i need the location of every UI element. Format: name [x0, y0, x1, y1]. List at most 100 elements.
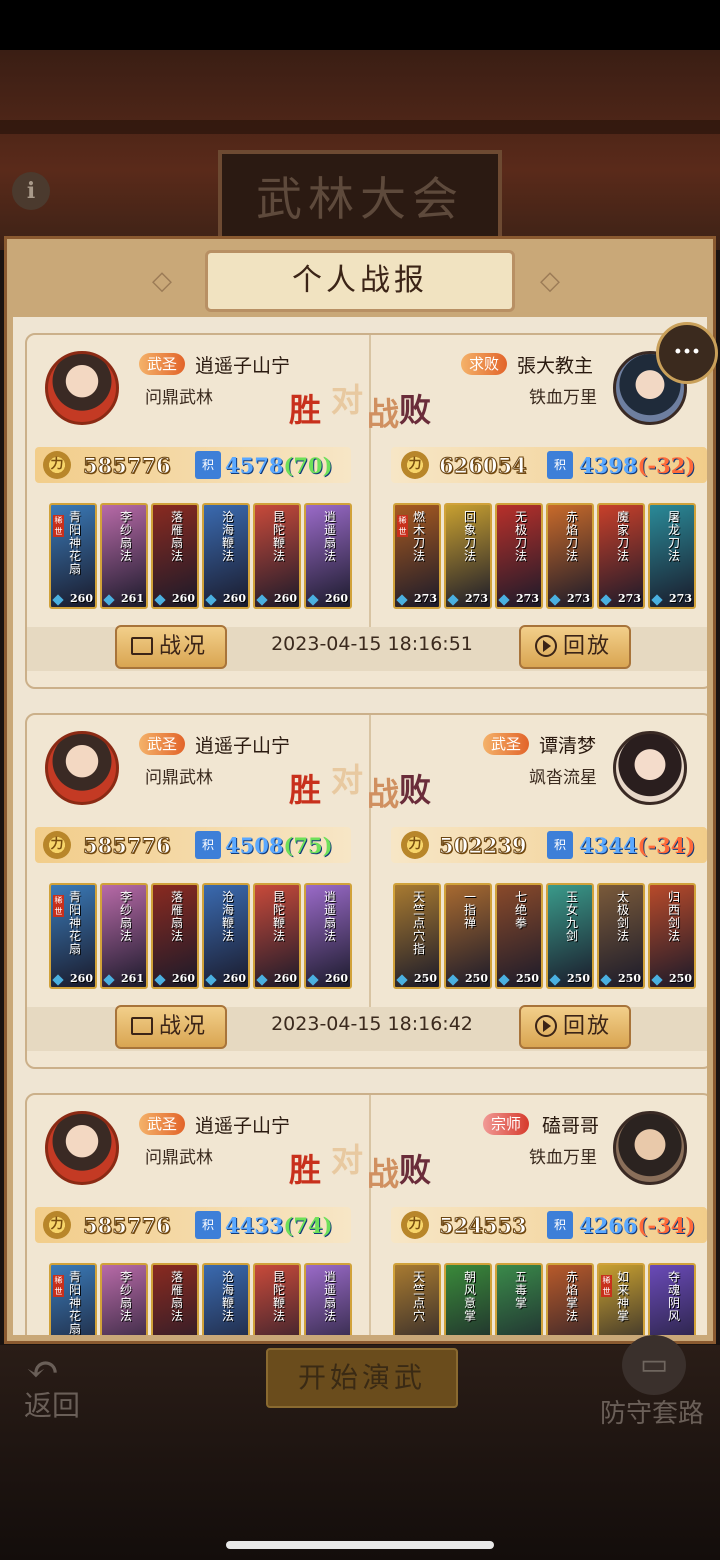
hero-card[interactable]: 回象刀法 273: [444, 503, 492, 609]
hero-gem-icon: [600, 974, 612, 986]
hero-card[interactable]: 沧海鞭法 260: [202, 503, 250, 609]
hero-card[interactable]: 沧海鞭法: [202, 1263, 250, 1335]
hero-card[interactable]: 落雁扇法 260: [151, 883, 199, 989]
player-score: 4508(75): [225, 833, 333, 858]
book-icon: ▭: [622, 1335, 686, 1395]
hero-card[interactable]: 无极刀法 273: [495, 503, 543, 609]
battle-card: 武圣 逍遥子山宁 问鼎武林 胜 对 战 败 求败 張大教主 铁血万里 力 585…: [25, 333, 707, 689]
hero-card[interactable]: 昆陀鞭法 260: [253, 883, 301, 989]
battle-time: 2023-04-15 18:16:51: [271, 633, 473, 655]
opponent-name: 磕哥哥: [542, 1115, 600, 1137]
hero-level: 250: [567, 972, 590, 985]
hero-level: 260: [172, 972, 195, 985]
hero-card[interactable]: 昆陀鞭法 260: [253, 503, 301, 609]
opponent-avatar[interactable]: [613, 1111, 687, 1185]
hero-card[interactable]: 七绝拳 250: [495, 883, 543, 989]
hero-card[interactable]: 玉女九剑 250: [546, 883, 594, 989]
opponent-avatar[interactable]: [613, 731, 687, 805]
hero-card[interactable]: 逍遥扇法: [304, 1263, 352, 1335]
opponent-team: 天竺点穴指 250 一指禅 250 七绝拳 250 玉女九剑 250 太极剑法 250 归西剑法 25…: [393, 883, 696, 989]
player-power: 585776: [83, 453, 172, 479]
play-icon: [535, 635, 557, 657]
hero-card[interactable]: 赤焰掌法: [546, 1263, 594, 1335]
player-avatar[interactable]: [45, 1111, 119, 1185]
defense-routine-button[interactable]: ▭ 防守套路: [600, 1335, 716, 1429]
hero-card[interactable]: 归西剑法 250: [648, 883, 696, 989]
player-stats: 力 585776 积 4578(70): [35, 447, 351, 483]
player-name: 逍遥子山宁: [195, 1115, 291, 1137]
hero-card[interactable]: 李纱扇法: [100, 1263, 148, 1335]
score-icon: 积: [547, 1211, 573, 1239]
opponent-name: 谭清梦: [539, 735, 597, 757]
player-avatar[interactable]: [45, 731, 119, 805]
hero-name: 逍遥扇法: [324, 510, 337, 563]
hero-card[interactable]: 逍遥扇法 260: [304, 883, 352, 989]
hero-card[interactable]: 屠龙刀法 273: [648, 503, 696, 609]
hero-gem-icon: [307, 974, 319, 986]
hero-name: 屠龙刀法: [668, 510, 681, 563]
hero-card[interactable]: 昆陀鞭法: [253, 1263, 301, 1335]
hero-rarity-badge: 稀世: [397, 515, 408, 537]
hero-card[interactable]: 青阳神花扇 稀世: [49, 1263, 97, 1335]
hero-name: 无极刀法: [515, 510, 528, 563]
hero-gem-icon: [600, 594, 612, 606]
hero-card[interactable]: 逍遥扇法 260: [304, 503, 352, 609]
hero-name: 昆陀鞭法: [273, 510, 286, 563]
hero-gem-icon: [103, 974, 115, 986]
replay-button[interactable]: 回放: [519, 1005, 631, 1049]
opponent-guild: 铁血万里: [529, 1148, 597, 1168]
hero-card[interactable]: 落雁扇法 260: [151, 503, 199, 609]
battle-card: 武圣 逍遥子山宁 问鼎武林 胜 对 战 败 武圣 谭清梦 飒沓流星 力 5857…: [25, 713, 707, 1069]
battle-list[interactable]: 武圣 逍遥子山宁 问鼎武林 胜 对 战 败 求败 張大教主 铁血万里 力 585…: [13, 317, 707, 1335]
replay-button[interactable]: 回放: [519, 625, 631, 669]
player-team: 青阳神花扇 稀世 260 李纱扇法 261 落雁扇法 260 沧海鞭法 260 昆陀鞭法 260 逍遥…: [49, 503, 352, 609]
hero-name: 夺魂阴风: [668, 1270, 681, 1323]
battle-time: 2023-04-15 18:16:42: [271, 1013, 473, 1035]
opponent-rank-badge: 求败: [461, 353, 508, 375]
hero-name: 沧海鞭法: [222, 1270, 235, 1323]
hero-card[interactable]: 五毒掌: [495, 1263, 543, 1335]
hero-card[interactable]: 天竺点穴: [393, 1263, 441, 1335]
score-icon: 积: [195, 1211, 221, 1239]
battle-details-button[interactable]: 战况: [115, 1005, 227, 1049]
start-sparring-button[interactable]: 开始演武: [266, 1348, 458, 1408]
hero-level: 260: [172, 592, 195, 605]
hero-card[interactable]: 落雁扇法: [151, 1263, 199, 1335]
hero-level: 273: [414, 592, 437, 605]
hero-card[interactable]: 魔家刀法 273: [597, 503, 645, 609]
hero-name: 青阳神花扇: [69, 1270, 82, 1336]
back-button[interactable]: ↶ 返回: [20, 1350, 100, 1422]
player-score: 4433(74): [225, 1213, 333, 1238]
opponent-guild: 铁血万里: [529, 388, 597, 408]
player-avatar[interactable]: [45, 351, 119, 425]
hero-card[interactable]: 燃木刀法 稀世 273: [393, 503, 441, 609]
opponent-guild: 飒沓流星: [529, 768, 597, 788]
hero-card[interactable]: 青阳神花扇 稀世 260: [49, 883, 97, 989]
hero-card[interactable]: 赤焰刀法 273: [546, 503, 594, 609]
hero-card[interactable]: 天竺点穴指 250: [393, 883, 441, 989]
info-icon[interactable]: i: [12, 172, 50, 210]
hero-name: 归西剑法: [668, 890, 681, 943]
opponent-stats: 力 524553 积 4266(-34): [391, 1207, 707, 1243]
hero-name: 七绝拳: [515, 890, 528, 930]
hero-gem-icon: [256, 974, 268, 986]
hero-card[interactable]: 夺魂阴风: [648, 1263, 696, 1335]
hero-gem-icon: [498, 594, 510, 606]
chat-bubble-icon[interactable]: ···: [656, 322, 718, 384]
hero-card[interactable]: 太极剑法 250: [597, 883, 645, 989]
home-indicator[interactable]: [226, 1541, 494, 1549]
vs-emblem: 胜 对 战 败: [289, 1135, 449, 1195]
hero-card[interactable]: 李纱扇法 261: [100, 883, 148, 989]
hero-name: 落雁扇法: [171, 510, 184, 563]
player-guild: 问鼎武林: [145, 1148, 213, 1168]
hero-name: 沧海鞭法: [222, 510, 235, 563]
hero-card[interactable]: 沧海鞭法 260: [202, 883, 250, 989]
hero-card[interactable]: 李纱扇法 261: [100, 503, 148, 609]
hero-card[interactable]: 青阳神花扇 稀世 260: [49, 503, 97, 609]
hero-card[interactable]: 如来神掌 稀世: [597, 1263, 645, 1335]
hero-gem-icon: [549, 594, 561, 606]
hero-card[interactable]: 一指禅 250: [444, 883, 492, 989]
hero-card[interactable]: 朝风意掌: [444, 1263, 492, 1335]
hero-gem-icon: [498, 974, 510, 986]
battle-details-button[interactable]: 战况: [115, 625, 227, 669]
